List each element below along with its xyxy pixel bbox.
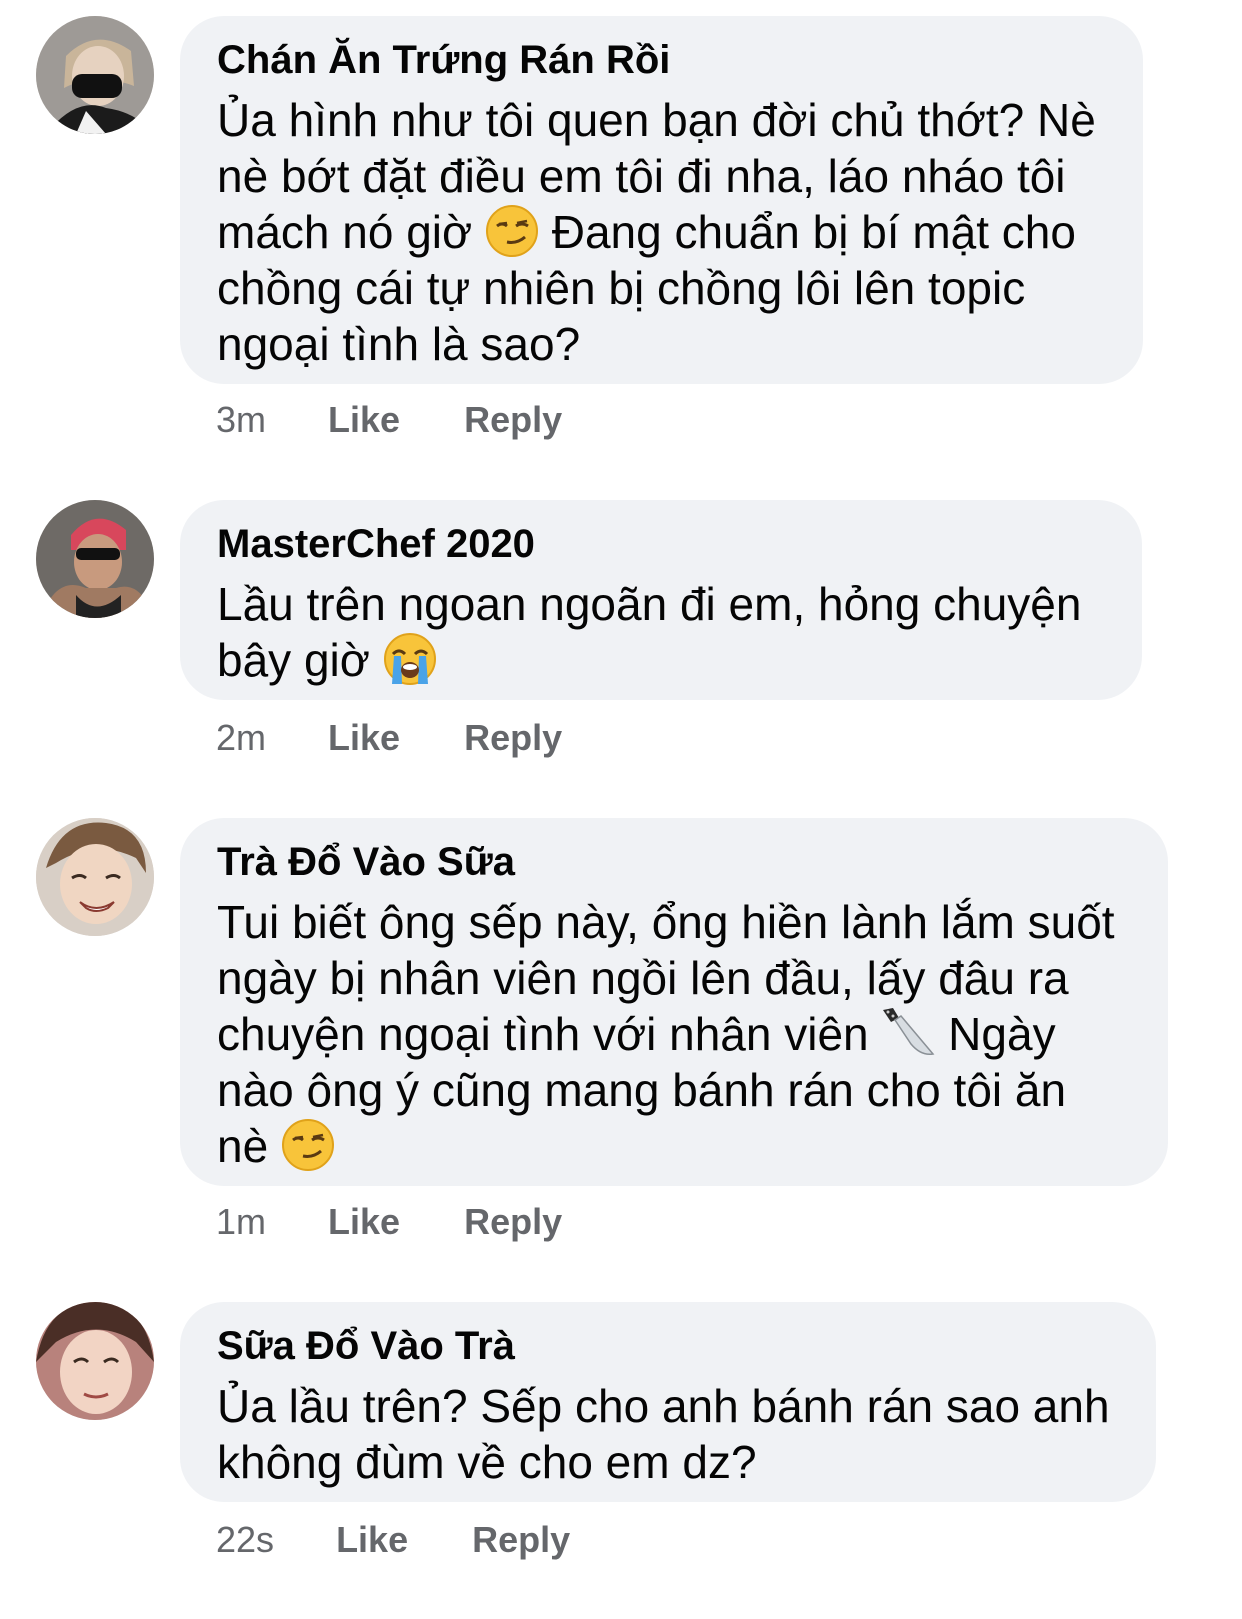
comment-timestamp[interactable]: 3m <box>216 400 266 440</box>
avatar-image <box>36 1302 154 1420</box>
comment-bubble: Trà Đổ Vào Sữa Tui biết ông sếp này, ổng… <box>180 818 1168 1186</box>
kitchen-knife-icon <box>881 1006 935 1060</box>
like-button[interactable]: Like <box>328 400 400 440</box>
comment-text: Ủa lầu trên? Sếp cho anh bánh rán sao an… <box>217 1380 1110 1488</box>
comment-bubble: MasterChef 2020 Lầu trên ngoan ngoãn đi … <box>180 500 1142 700</box>
avatar[interactable] <box>36 500 154 618</box>
smirking-face-icon <box>485 204 539 258</box>
comment-timestamp[interactable]: 2m <box>216 718 266 758</box>
comment-author[interactable]: Chán Ăn Trứng Rán Rồi <box>217 36 1107 84</box>
avatar[interactable] <box>36 16 154 134</box>
like-button[interactable]: Like <box>328 1202 400 1242</box>
comment-text: Ủa hình như tôi quen bạn đời chủ thớt? N… <box>217 94 1096 370</box>
comment-bubble: Sữa Đổ Vào Trà Ủa lầu trên? Sếp cho anh … <box>180 1302 1156 1502</box>
reply-button[interactable]: Reply <box>472 1520 570 1560</box>
avatar-image <box>36 500 154 618</box>
comment-text: Lầu trên ngoan ngoãn đi em, hỏng chuyện … <box>217 578 1082 686</box>
comment-author[interactable]: Trà Đổ Vào Sữa <box>217 838 1132 886</box>
comment-actions: 22s Like Reply <box>216 1520 570 1560</box>
avatar[interactable] <box>36 1302 154 1420</box>
avatar-image <box>36 818 154 936</box>
comment-timestamp[interactable]: 1m <box>216 1202 266 1242</box>
smirking-face-icon <box>281 1118 335 1172</box>
comment-author[interactable]: Sữa Đổ Vào Trà <box>217 1322 1120 1370</box>
loudly-crying-face-icon <box>383 632 437 686</box>
reply-button[interactable]: Reply <box>464 400 562 440</box>
comment-actions: 1m Like Reply <box>216 1202 562 1242</box>
comment-actions: 3m Like Reply <box>216 400 562 440</box>
comment-bubble: Chán Ăn Trứng Rán Rồi Ủa hình như tôi qu… <box>180 16 1143 384</box>
comment-actions: 2m Like Reply <box>216 718 562 758</box>
avatar-image <box>36 16 154 134</box>
reply-button[interactable]: Reply <box>464 1202 562 1242</box>
comment-author[interactable]: MasterChef 2020 <box>217 520 1106 568</box>
reply-button[interactable]: Reply <box>464 718 562 758</box>
like-button[interactable]: Like <box>328 718 400 758</box>
comment-timestamp[interactable]: 22s <box>216 1520 274 1560</box>
like-button[interactable]: Like <box>336 1520 408 1560</box>
avatar[interactable] <box>36 818 154 936</box>
comment-text: Tui biết ông sếp này, ổng hiền lành lắm … <box>217 896 1115 1172</box>
